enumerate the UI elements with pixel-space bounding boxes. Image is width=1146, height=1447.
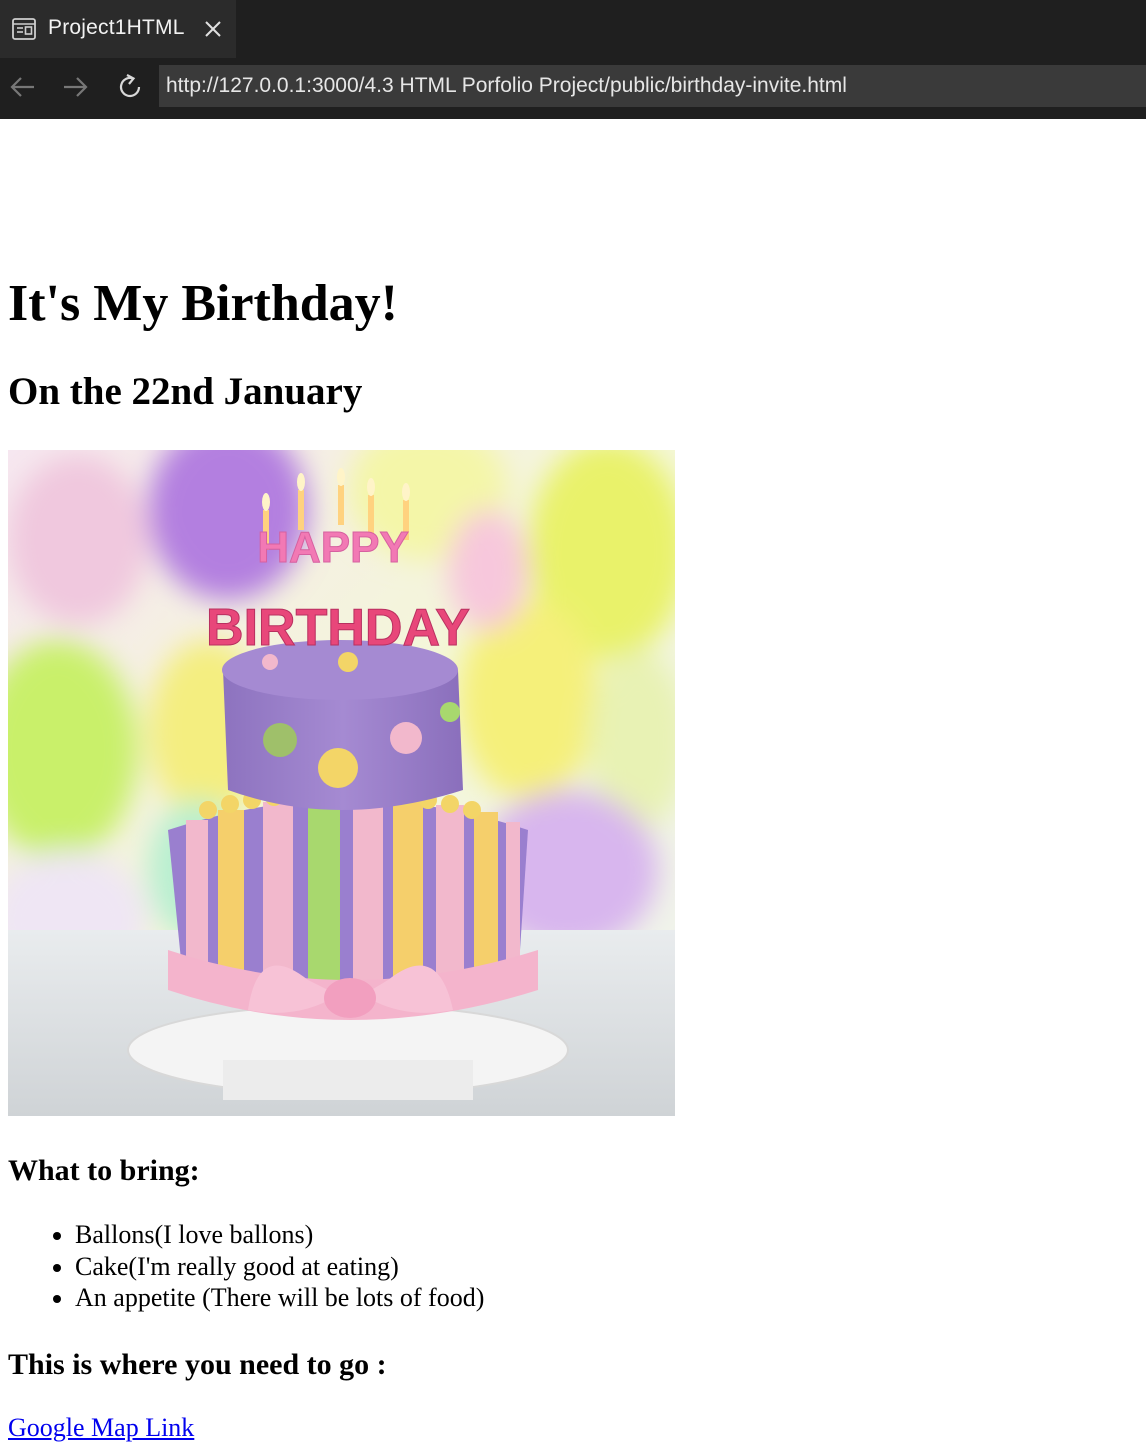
arrow-right-icon[interactable] [60,72,90,102]
close-icon[interactable] [202,18,224,40]
bring-heading: What to bring: [8,1154,200,1187]
bring-list: Ballons(I love ballons) Cake(I'm really … [28,1219,484,1314]
cake-topper-happy: HAPPY [257,523,409,572]
browser-chrome: Project1HTML http://127.0.0.1:3000/4.3 H… [0,0,1146,119]
google-map-link[interactable]: Google Map Link [8,1409,194,1447]
tab-project1html[interactable]: Project1HTML [0,0,236,58]
url-bar[interactable]: http://127.0.0.1:3000/4.3 HTML Porfolio … [159,65,1146,107]
tab-bar: Project1HTML [0,0,1146,58]
list-item: Cake(I'm really good at eating) [75,1251,484,1283]
directions-heading: This is where you need to go : [8,1348,387,1381]
navigation-bar: http://127.0.0.1:3000/4.3 HTML Porfolio … [0,58,1146,119]
birthday-cake-image: HAPPY BIRTHDAY [8,450,675,1116]
arrow-left-icon[interactable] [8,72,38,102]
date-heading: On the 22nd January [8,370,363,413]
browser-window-icon [12,18,36,40]
page-title: It's My Birthday! [8,275,398,332]
tab-title: Project1HTML [48,16,185,39]
list-item: An appetite (There will be lots of food) [75,1282,484,1314]
reload-icon[interactable] [115,72,145,102]
cake-topper-birthday: BIRTHDAY [206,599,470,657]
list-item: Ballons(I love ballons) [75,1219,484,1251]
